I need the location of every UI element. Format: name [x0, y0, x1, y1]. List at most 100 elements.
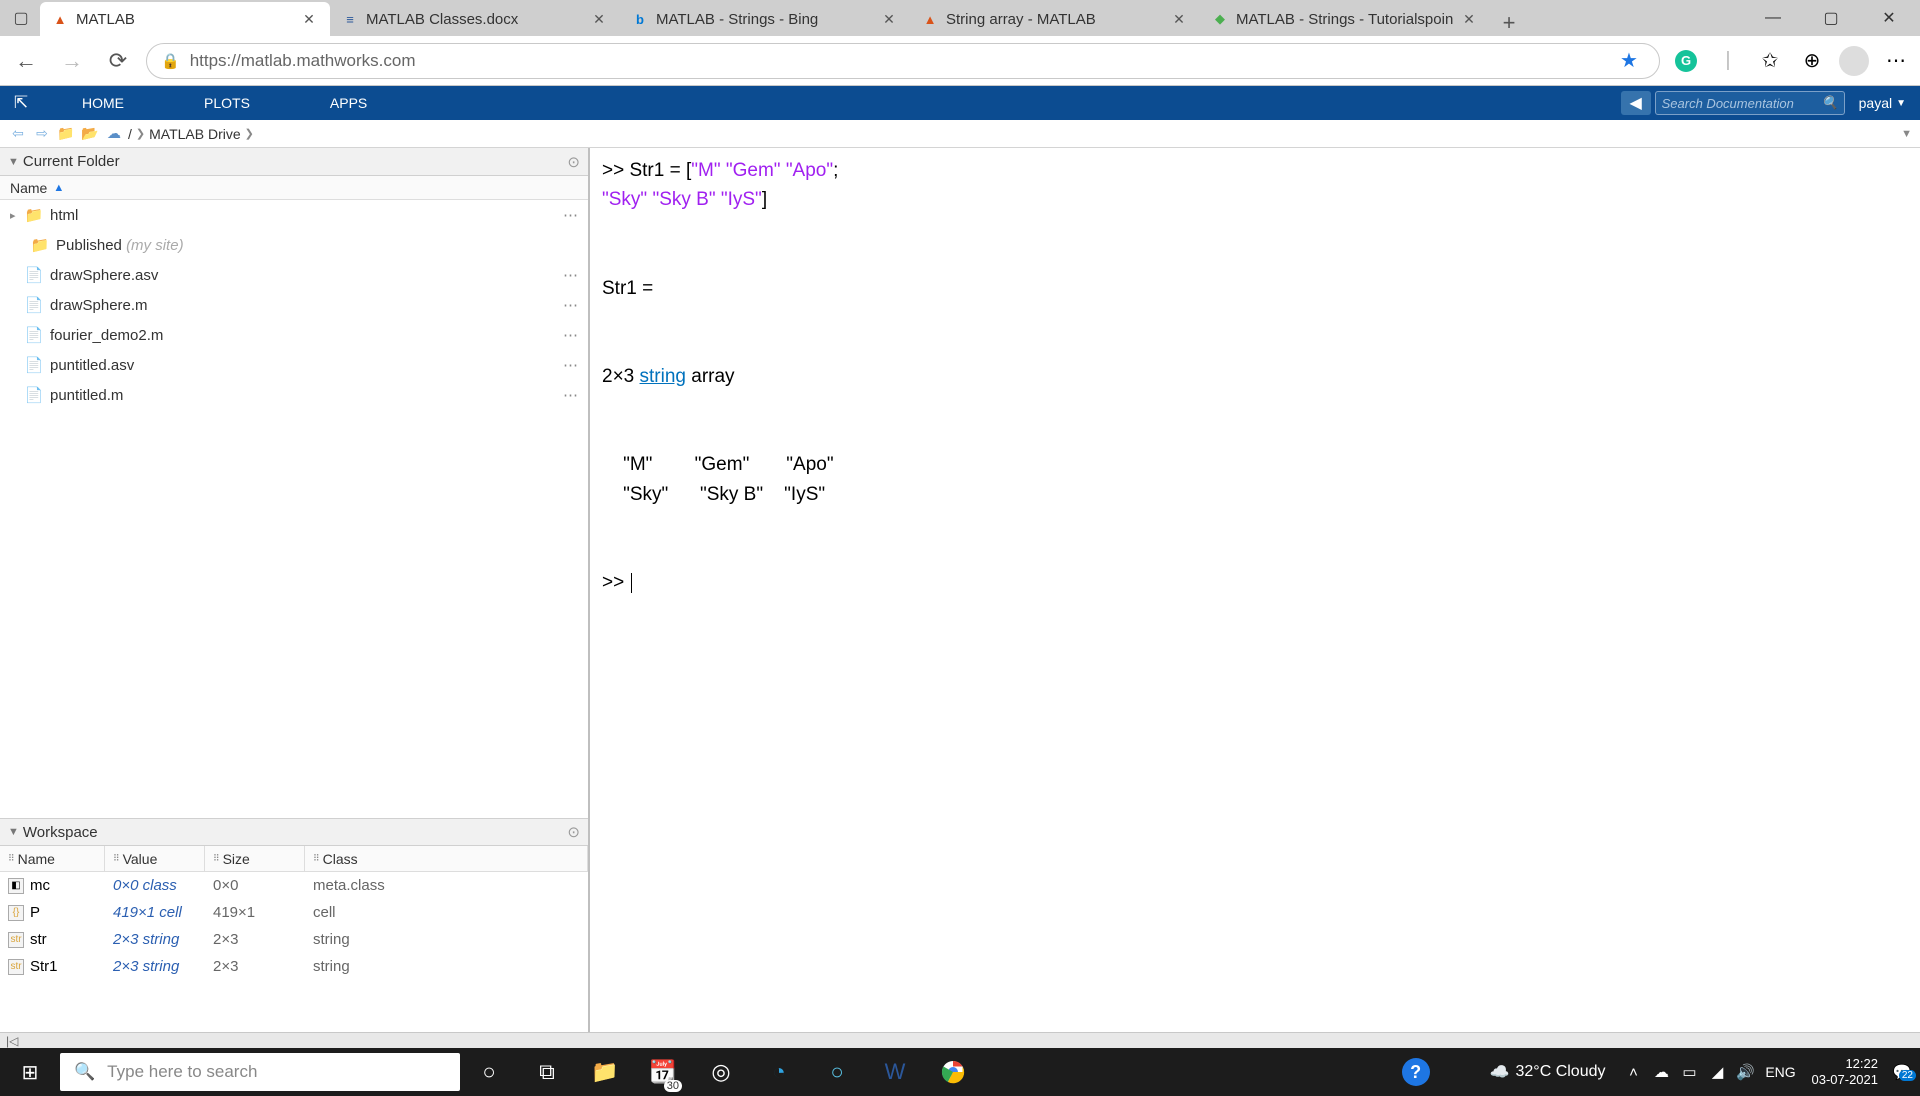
more-icon[interactable]: ⋯: [563, 356, 578, 374]
profile-avatar[interactable]: [1838, 45, 1870, 77]
nav-back-icon[interactable]: ⇦: [8, 125, 28, 142]
file-list: ▸ 📁 html ⋯ 📁 Published (my site) 📄 drawS…: [0, 200, 588, 818]
favorite-star-icon[interactable]: ★: [1613, 45, 1645, 77]
app-icon[interactable]: ◎: [692, 1048, 750, 1096]
table-row[interactable]: strStr1 2×3 string 2×3 string: [0, 953, 588, 980]
refresh-button[interactable]: ⟳: [100, 43, 136, 79]
var-value: 2×3 string: [105, 931, 205, 948]
more-icon[interactable]: ⋯: [563, 326, 578, 344]
more-icon[interactable]: ⋯: [563, 206, 578, 224]
forward-button[interactable]: →: [54, 43, 90, 79]
table-row[interactable]: {}P 419×1 cell 419×1 cell: [0, 899, 588, 926]
volume-icon[interactable]: 🔊: [1734, 1063, 1758, 1081]
start-button[interactable]: ⊞: [0, 1060, 60, 1085]
more-icon[interactable]: ⋯: [563, 386, 578, 404]
close-window-button[interactable]: ✕: [1860, 0, 1918, 36]
col-size[interactable]: Size: [223, 851, 250, 867]
back-button[interactable]: ←: [8, 43, 44, 79]
language-indicator[interactable]: ENG: [1762, 1064, 1800, 1080]
notifications-icon[interactable]: ◀: [1621, 91, 1651, 115]
maximize-button[interactable]: ▢: [1802, 0, 1860, 36]
cmd-output: "M" "Gem" "Apo": [602, 450, 1908, 479]
onedrive-icon[interactable]: ☁: [1650, 1063, 1674, 1081]
folder-item[interactable]: ▸ 📁 html ⋯: [0, 200, 588, 230]
folder-open-icon[interactable]: 📂: [80, 125, 100, 142]
dock-icon[interactable]: ⇱: [0, 93, 42, 113]
path-dropdown-icon[interactable]: ▼: [1901, 128, 1912, 140]
search-documentation-input[interactable]: Search Documentation 🔍: [1655, 91, 1845, 115]
close-tab-icon[interactable]: ✕: [300, 10, 318, 28]
calendar-icon[interactable]: 📆 30: [634, 1048, 692, 1096]
word-icon[interactable]: W: [866, 1048, 924, 1096]
table-row[interactable]: ◧mc 0×0 class 0×0 meta.class: [0, 872, 588, 899]
tab-label: String array - MATLAB: [946, 11, 1170, 28]
tab-tutorialspoint[interactable]: ◆ MATLAB - Strings - Tutorialspoin ✕: [1200, 2, 1490, 36]
tab-matlab[interactable]: ▲ MATLAB ✕: [40, 2, 330, 36]
new-tab-button[interactable]: +: [1490, 10, 1528, 36]
file-icon: 📄: [24, 266, 44, 284]
bing-icon: b: [632, 11, 648, 27]
col-name[interactable]: Name: [18, 851, 55, 867]
weather-widget[interactable]: ☁️ 32°C Cloudy: [1478, 1062, 1618, 1082]
file-item[interactable]: 📄 drawSphere.asv ⋯: [0, 260, 588, 290]
battery-icon[interactable]: ▭: [1678, 1063, 1702, 1081]
user-menu[interactable]: payal ▼: [1845, 95, 1920, 111]
search-icon: 🔍: [74, 1062, 95, 1082]
tab-plots[interactable]: PLOTS: [164, 86, 290, 120]
expand-icon[interactable]: ▸: [10, 209, 24, 222]
close-tab-icon[interactable]: ✕: [1460, 10, 1478, 28]
clock[interactable]: 12:22 03-07-2021: [1804, 1056, 1887, 1089]
chrome-icon[interactable]: [924, 1048, 982, 1096]
folder-up-icon[interactable]: 📁: [56, 125, 76, 142]
action-center-icon[interactable]: 💬22: [1890, 1063, 1914, 1081]
grammarly-extension[interactable]: G: [1670, 45, 1702, 77]
file-list-header[interactable]: Name ▲: [0, 176, 588, 200]
panel-options-icon[interactable]: ⊙: [567, 823, 580, 841]
favorites-button[interactable]: ✩: [1754, 45, 1786, 77]
task-view-icon[interactable]: ⧉: [518, 1048, 576, 1096]
file-item[interactable]: 📄 puntitled.asv ⋯: [0, 350, 588, 380]
search-placeholder: Type here to search: [107, 1062, 257, 1082]
tab-classes-doc[interactable]: ≡ MATLAB Classes.docx ✕: [330, 2, 620, 36]
more-button[interactable]: ⋯: [1880, 45, 1912, 77]
collections-button[interactable]: ⊕: [1796, 45, 1828, 77]
wifi-icon[interactable]: ◢: [1706, 1063, 1730, 1081]
more-icon[interactable]: ⋯: [563, 266, 578, 284]
alexa-icon[interactable]: ○: [808, 1048, 866, 1096]
var-name: mc: [30, 877, 50, 894]
minimize-button[interactable]: —: [1744, 0, 1802, 36]
tab-bing[interactable]: b MATLAB - Strings - Bing ✕: [620, 2, 910, 36]
file-item[interactable]: 📄 fourier_demo2.m ⋯: [0, 320, 588, 350]
path-segment[interactable]: MATLAB Drive: [149, 126, 241, 142]
command-window[interactable]: >> Str1 = ["M" "Gem" "Apo"; "Sky" "Sky B…: [590, 148, 1920, 1032]
tab-string-array[interactable]: ▲ String array - MATLAB ✕: [910, 2, 1200, 36]
help-icon[interactable]: ?: [1402, 1058, 1430, 1086]
tab-apps[interactable]: APPS: [290, 86, 407, 120]
close-tab-icon[interactable]: ✕: [880, 10, 898, 28]
browser-tabbar: ▢ ▲ MATLAB ✕ ≡ MATLAB Classes.docx ✕ b M…: [0, 0, 1920, 36]
close-tab-icon[interactable]: ✕: [590, 10, 608, 28]
tab-label: MATLAB: [76, 11, 300, 28]
file-item[interactable]: 📄 drawSphere.m ⋯: [0, 290, 588, 320]
workspace-header[interactable]: ▼ Workspace ⊙: [0, 818, 588, 846]
taskbar-search[interactable]: 🔍 Type here to search: [60, 1053, 460, 1091]
collapse-left-icon[interactable]: |◁: [6, 1034, 18, 1048]
file-item[interactable]: 📄 puntitled.m ⋯: [0, 380, 588, 410]
tab-overview-button[interactable]: ▢: [2, 0, 40, 36]
cortana-icon[interactable]: ○: [460, 1048, 518, 1096]
panel-options-icon[interactable]: ⊙: [567, 153, 580, 171]
table-row[interactable]: strstr 2×3 string 2×3 string: [0, 926, 588, 953]
tray-chevron-icon[interactable]: ˄: [1622, 1064, 1646, 1081]
weather-text: 32°C Cloudy: [1516, 1063, 1606, 1081]
more-icon[interactable]: ⋯: [563, 296, 578, 314]
file-explorer-icon[interactable]: 📁: [576, 1048, 634, 1096]
folder-item[interactable]: 📁 Published (my site): [0, 230, 588, 260]
current-folder-header[interactable]: ▼ Current Folder ⊙: [0, 148, 588, 176]
address-input[interactable]: 🔒 https://matlab.mathworks.com ★: [146, 43, 1660, 79]
col-value[interactable]: Value: [123, 851, 158, 867]
col-class[interactable]: Class: [323, 851, 358, 867]
nav-fwd-icon[interactable]: ⇨: [32, 125, 52, 142]
tab-home[interactable]: HOME: [42, 86, 164, 120]
edge-icon[interactable]: ◔: [750, 1048, 808, 1096]
close-tab-icon[interactable]: ✕: [1170, 10, 1188, 28]
